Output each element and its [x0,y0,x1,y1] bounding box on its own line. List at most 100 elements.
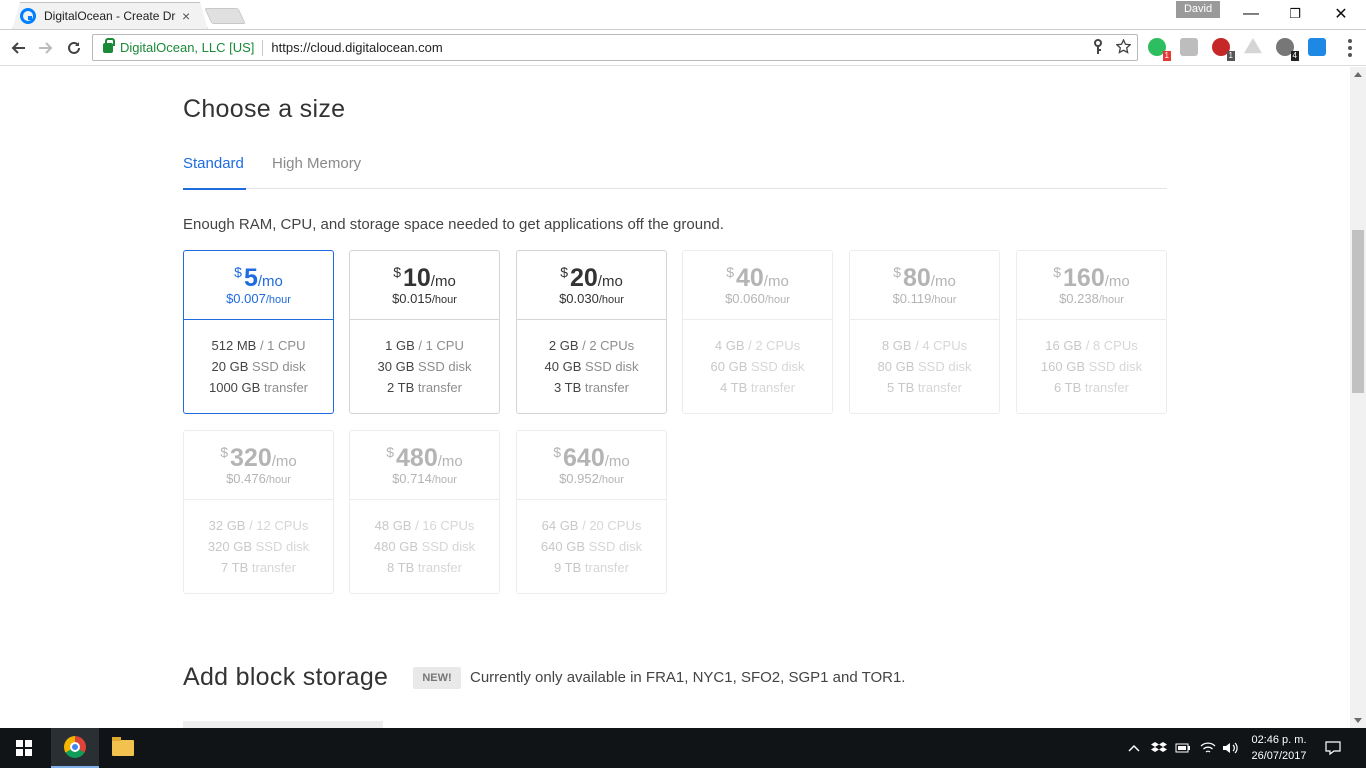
spec-transfer-label: transfer [584,380,629,395]
wifi-tray-icon[interactable] [1200,728,1216,768]
eye-extension-icon[interactable]: 4 [1276,38,1299,61]
currency-symbol: $ [553,444,562,460]
spec-disk-line: 320 GB SSD disk [184,536,333,557]
page-scrollbar[interactable] [1350,67,1366,728]
profile-button[interactable]: David [1176,1,1220,18]
start-button[interactable] [0,728,48,768]
scroll-down-arrow-icon[interactable] [1354,718,1362,723]
spec-transfer: 6 TB [1054,380,1082,395]
add-volume-button[interactable] [183,721,383,728]
plan-monthly-price: $480/mo [350,444,499,473]
tab-close-icon[interactable]: × [182,9,190,23]
spec-sep: / [1082,338,1093,353]
spec-cpu: 8 CPUs [1092,338,1138,353]
volume-tray-icon[interactable] [1222,728,1238,768]
spec-transfer-line: 1000 GB transfer [184,377,333,398]
spec-disk: 40 GB [544,359,582,374]
spec-sep: / [411,518,423,533]
reload-icon[interactable] [62,36,86,60]
clock-date: 26/07/2017 [1251,750,1307,762]
plan-card[interactable]: $20/mo $0.030/hour 2 GB / 2 CPUs 40 GB SSD … [516,250,667,414]
tab-high-memory[interactable]: High Memory [272,155,370,190]
evernote-extension-icon[interactable]: 1 [1148,38,1171,61]
spec-disk-label: SSD disk [421,539,476,554]
plan-card[interactable]: $10/mo $0.015/hour 1 GB / 1 CPU 30 GB SSD d… [349,250,500,414]
spec-transfer-line: 8 TB transfer [350,557,499,578]
battery-tray-icon[interactable] [1175,728,1191,768]
drive-extension-icon[interactable] [1244,38,1262,54]
plan-card[interactable]: $80/mo $0.119/hour 8 GB / 4 CPUs 80 GB SSD … [849,250,1000,414]
spec-ram: 48 GB [374,518,412,533]
spec-disk: 30 GB [377,359,415,374]
per-month-label: /mo [1104,273,1130,290]
tab-standard[interactable]: Standard [183,155,246,190]
spec-disk-line: 60 GB SSD disk [683,356,832,377]
close-window-button[interactable]: ✕ [1318,0,1364,28]
taskbar-chrome[interactable] [51,728,99,768]
spec-cpu: 12 CPUs [256,518,309,533]
per-hour-label: /hour [431,474,457,486]
spec-cpu: 16 CPUs [422,518,475,533]
camera-extension-icon[interactable] [1180,38,1198,56]
spec-disk-line: 160 GB SSD disk [1017,356,1166,377]
plan-monthly-price: $160/mo [1017,264,1166,293]
plan-card[interactable]: $5/mo $0.007/hour 512 MB / 1 CPU 20 GB SSD … [183,250,334,414]
spec-transfer-label: transfer [251,560,296,575]
per-month-label: /mo [257,273,283,290]
bookmark-star-icon[interactable] [1115,38,1132,58]
browser-menu-icon[interactable] [1342,38,1358,58]
plan-specs: 48 GB / 16 CPUs 480 GB SSD disk 8 TB trans… [350,515,499,578]
spec-transfer: 8 TB [387,560,415,575]
spec-disk-line: 30 GB SSD disk [350,356,499,377]
plan-price-area: $80/mo $0.119/hour [850,251,999,320]
plan-card[interactable]: $640/mo $0.952/hour 64 GB / 20 CPUs 640 GB … [516,430,667,594]
spec-disk-label: SSD disk [418,359,472,374]
notifications-icon[interactable] [1325,728,1341,768]
spec-ram-cpu: 2 GB / 2 CPUs [517,335,666,356]
back-arrow-icon[interactable] [6,36,30,60]
forward-arrow-icon[interactable] [34,36,58,60]
spec-disk-line: 640 GB SSD disk [517,536,666,557]
maximize-button[interactable]: ❐ [1272,0,1318,28]
hourly-amount: $0.030 [559,291,599,306]
plan-card[interactable]: $160/mo $0.238/hour 16 GB / 8 CPUs 160 GB S… [1016,250,1167,414]
adblock-extension-icon[interactable]: 1 [1212,38,1235,61]
per-month-label: /mo [763,273,789,290]
browser-tab-content[interactable]: DigitalOcean - Create Dr × [20,4,200,28]
scroll-up-arrow-icon[interactable] [1354,72,1362,77]
taskbar-file-explorer[interactable] [99,728,147,768]
screen: DigitalOcean - Create Dr × David — ❐ ✕ D… [0,0,1366,768]
tray-chevron-icon[interactable] [1128,728,1140,768]
new-tab-button[interactable] [204,8,246,24]
spec-ram: 512 MB [211,338,257,353]
taskbar-clock[interactable]: 02:46 p. m. 26/07/2017 [1244,732,1314,764]
spec-transfer-line: 3 TB transfer [517,377,666,398]
scroll-thumb[interactable] [1352,230,1364,393]
minimize-button[interactable]: — [1228,0,1274,28]
spec-transfer-line: 7 TB transfer [184,557,333,578]
price-amount: 10 [402,264,431,292]
browser-toolbar: DigitalOcean, LLC [US] https://cloud.dig… [0,30,1366,66]
hourly-amount: $0.015 [392,291,432,306]
plan-card[interactable]: $40/mo $0.060/hour 4 GB / 2 CPUs 60 GB SSD … [682,250,833,414]
spec-transfer-line: 2 TB transfer [350,377,499,398]
currency-symbol: $ [393,264,401,280]
spec-disk: 320 GB [207,539,252,554]
spec-disk-label: SSD disk [918,359,972,374]
s-extension-icon[interactable] [1308,38,1326,56]
hourly-amount: $0.714 [392,471,432,486]
address-bar[interactable]: DigitalOcean, LLC [US] https://cloud.dig… [92,34,1138,61]
plan-card[interactable]: $320/mo $0.476/hour 32 GB / 12 CPUs 320 GB … [183,430,334,594]
hourly-amount: $0.060 [725,291,765,306]
plan-card[interactable]: $480/mo $0.714/hour 48 GB / 16 CPUs 480 GB … [349,430,500,594]
plan-hourly-price: $0.060/hour [683,291,832,306]
currency-symbol: $ [220,444,229,460]
plan-price-area: $10/mo $0.015/hour [350,251,499,320]
windows-logo-icon [16,740,32,756]
key-icon[interactable] [1092,39,1104,58]
url-text[interactable]: https://cloud.digitalocean.com [271,40,442,55]
dropbox-tray-icon[interactable] [1151,728,1167,768]
currency-symbol: $ [234,264,242,280]
plan-specs: 16 GB / 8 CPUs 160 GB SSD disk 6 TB transf… [1017,335,1166,398]
secure-origin-label[interactable]: DigitalOcean, LLC [US] [120,40,254,55]
